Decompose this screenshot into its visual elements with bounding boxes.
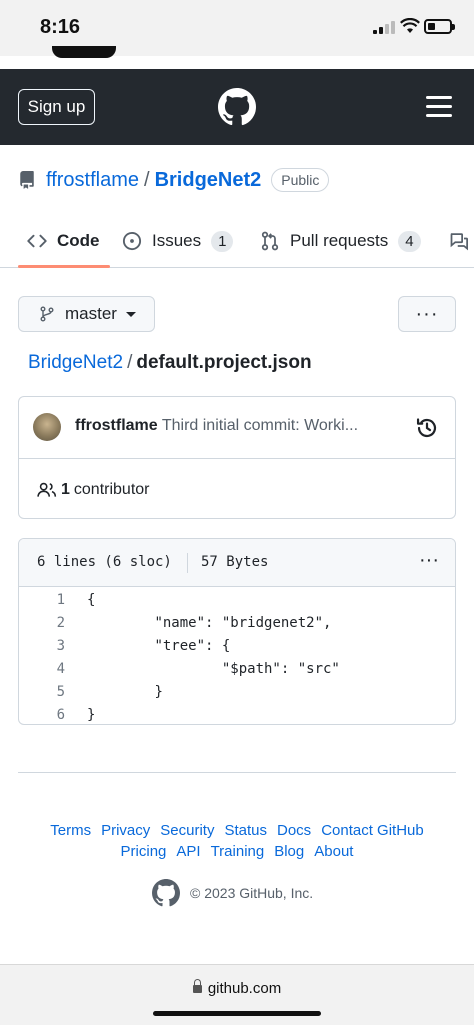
- visibility-badge: Public: [271, 168, 330, 192]
- file-viewer: 6 lines (6 sloc) 57 Bytes ··· 1{2 "name"…: [18, 538, 456, 725]
- tab-code-label: Code: [57, 231, 100, 250]
- tab-pull-requests[interactable]: Pull requests 4: [260, 215, 421, 267]
- home-indicator[interactable]: [153, 1011, 321, 1016]
- footer-link[interactable]: Status: [224, 822, 267, 839]
- line-number[interactable]: 6: [19, 704, 65, 724]
- line-number[interactable]: 1: [19, 589, 65, 612]
- code-line: 4 "$path": "src": [19, 658, 455, 681]
- git-branch-icon: [40, 306, 54, 322]
- file-line-count: 6 lines (6 sloc): [37, 554, 172, 570]
- history-icon[interactable]: [416, 417, 438, 439]
- github-logo-icon[interactable]: [152, 879, 180, 907]
- file-more-button[interactable]: ···: [419, 549, 439, 572]
- footer-link[interactable]: Blog: [274, 843, 304, 860]
- footer-link[interactable]: Contact GitHub: [321, 822, 424, 839]
- footer-link[interactable]: Security: [160, 822, 214, 839]
- line-content: "$path": "src": [87, 661, 340, 677]
- discussions-icon: [450, 233, 468, 251]
- file-actions-menu-button[interactable]: ···: [398, 296, 456, 332]
- repo-name-link[interactable]: BridgeNet2: [155, 169, 262, 192]
- footer-links: Terms Privacy Security Status Docs Contact Gi…: [0, 820, 474, 862]
- file-info-divider: [187, 553, 188, 573]
- pull-requests-count: 4: [398, 230, 421, 252]
- ios-status-bar: 8:16: [0, 0, 474, 58]
- footer-link[interactable]: Privacy: [101, 822, 150, 839]
- repo-tabs: Code Issues 1 Pull requests 4: [0, 215, 474, 268]
- footer-link[interactable]: Training: [211, 843, 265, 860]
- previous-app-tab: [52, 46, 116, 58]
- people-icon: [37, 482, 57, 497]
- tab-pull-requests-label: Pull requests: [290, 231, 389, 250]
- footer-link[interactable]: Docs: [277, 822, 311, 839]
- line-number[interactable]: 5: [19, 681, 65, 704]
- code-lines: 1{2 "name": "bridgenet2", 3 "tree": {4 "$…: [19, 589, 455, 724]
- chevron-down-icon: [125, 311, 136, 317]
- line-number[interactable]: 3: [19, 635, 65, 658]
- breadcrumb: BridgeNet2/default.project.json: [28, 352, 312, 374]
- issues-count: 1: [211, 230, 234, 252]
- code-line: 5 }: [19, 681, 455, 704]
- code-line: 1{: [19, 589, 455, 612]
- line-content: }: [87, 684, 163, 700]
- tab-issues-label: Issues: [152, 231, 202, 250]
- line-content: {: [87, 592, 96, 608]
- contributors-label: contributor: [73, 481, 150, 498]
- branch-select-button[interactable]: master: [18, 296, 155, 332]
- line-number[interactable]: 4: [19, 658, 65, 681]
- breadcrumb-separator: /: [127, 352, 133, 373]
- url-display[interactable]: github.com: [0, 979, 474, 997]
- menu-icon[interactable]: [426, 96, 452, 117]
- footer-divider: [18, 772, 456, 773]
- code-line: 6}: [19, 704, 455, 724]
- site-header: Sign up: [0, 69, 474, 145]
- status-time: 8:16: [40, 16, 81, 38]
- issue-opened-icon: [122, 231, 142, 251]
- copyright-text: © 2023 GitHub, Inc.: [190, 885, 314, 901]
- contributors-count: 1: [61, 481, 70, 498]
- latest-commit-header: ffrostflame Third initial commit: Worki.…: [19, 397, 455, 459]
- latest-commit-text: ffrostflame Third initial commit: Worki.…: [75, 417, 358, 435]
- commit-message-link[interactable]: Third initial commit: Worki...: [162, 417, 358, 434]
- latest-commit-box: ffrostflame Third initial commit: Worki.…: [18, 396, 456, 519]
- footer-links-row-1: Terms Privacy Security Status Docs Contact Gi…: [0, 820, 474, 841]
- lock-icon: [192, 979, 202, 993]
- file-info-bar: 6 lines (6 sloc) 57 Bytes ···: [19, 539, 455, 587]
- code-icon: [27, 234, 47, 248]
- breadcrumb-repo-link[interactable]: BridgeNet2: [28, 352, 123, 373]
- footer-link[interactable]: About: [314, 843, 353, 860]
- breadcrumb-file-name: default.project.json: [136, 352, 312, 373]
- tab-issues[interactable]: Issues 1: [122, 215, 234, 267]
- repo-title: ffrostflame / BridgeNet2 Public: [18, 168, 330, 192]
- github-logo-icon[interactable]: [218, 88, 256, 126]
- sign-up-button[interactable]: Sign up: [18, 89, 95, 125]
- line-content: }: [87, 707, 96, 723]
- footer-link[interactable]: Terms: [50, 822, 91, 839]
- line-content: "tree": {: [87, 638, 231, 654]
- wifi-icon: [400, 18, 420, 33]
- repo-owner-link[interactable]: ffrostflame: [46, 169, 139, 192]
- code-line: 2 "name": "bridgenet2",: [19, 612, 455, 635]
- tab-discussions[interactable]: [449, 215, 474, 267]
- branch-name: master: [65, 304, 117, 323]
- line-content: "name": "bridgenet2",: [87, 615, 332, 631]
- author-avatar[interactable]: [33, 413, 61, 441]
- footer-link[interactable]: API: [176, 843, 200, 860]
- repo-separator: /: [144, 168, 150, 191]
- footer-copyright: © 2023 GitHub, Inc.: [152, 879, 313, 907]
- contributors-link[interactable]: 1 contributor: [37, 481, 150, 499]
- battery-icon: [424, 19, 455, 34]
- footer-links-row-2: Pricing API Training Blog About: [0, 841, 474, 862]
- line-number[interactable]: 2: [19, 612, 65, 635]
- commit-author-link[interactable]: ffrostflame: [75, 417, 158, 434]
- code-line: 3 "tree": {: [19, 635, 455, 658]
- url-text: github.com: [207, 980, 282, 997]
- git-pull-request-icon: [261, 231, 279, 251]
- repo-icon: [20, 171, 34, 189]
- cellular-signal-icon: [373, 20, 395, 34]
- file-size: 57 Bytes: [201, 554, 269, 570]
- footer-link[interactable]: Pricing: [121, 843, 167, 860]
- tab-code[interactable]: Code: [18, 215, 109, 268]
